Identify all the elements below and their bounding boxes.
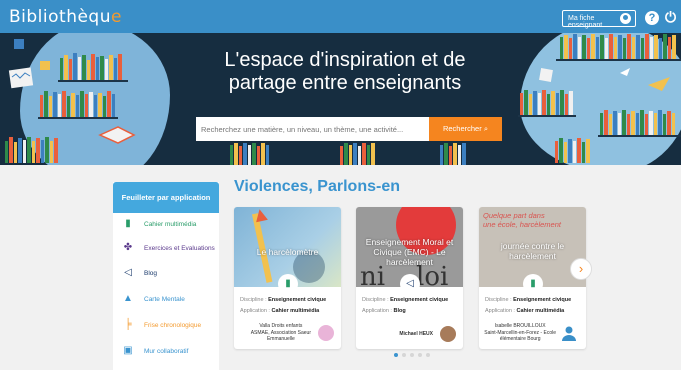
card-application: Application : Blog [362, 308, 406, 314]
application-sidebar: Feuilleter par application ▮ Cahier mult… [113, 182, 219, 370]
carousel-dot[interactable] [394, 353, 398, 357]
puzzle-icon: ✤ [123, 242, 133, 253]
author-avatar [440, 326, 456, 342]
sidebar-item-label: Carte Mentale [144, 295, 185, 303]
teacher-profile-button[interactable]: Ma fiche enseignant [562, 10, 636, 29]
carousel-dot[interactable] [402, 353, 406, 357]
sidebar-item-label: Exercices et Evaluations [144, 244, 215, 252]
card-image-handwriting: Quelque part dans une école, harcèlement [483, 211, 561, 229]
sidebar-item-mur[interactable]: ▣ Mur collaboratif [121, 342, 188, 360]
sidebar-item-label: Cahier multimédia [144, 220, 197, 228]
sidebar-item-exercices[interactable]: ✤ Exercices et Evaluations [121, 239, 215, 257]
sidebar-item-label: Blog [144, 269, 158, 277]
notebook-icon: ▮ [278, 274, 298, 294]
author-avatar [318, 325, 334, 341]
carousel-dot[interactable] [410, 353, 414, 357]
card-application: Application : Cahier multimédia [240, 308, 320, 314]
sidebar-item-label: Frise chronologique [144, 321, 202, 329]
app-logo[interactable]: Bibliothèque [9, 7, 122, 27]
search-input[interactable] [196, 117, 429, 141]
sidebar-item-frise[interactable]: ╞ Frise chronologique [121, 316, 201, 334]
hero-banner: L'espace d'inspiration et de partage ent… [0, 33, 681, 165]
card-discipline: Discipline : Enseignement civique [240, 297, 327, 303]
card-discipline: Discipline : Enseignement civique [485, 297, 572, 303]
card-image-title: Le harcèlomètre [256, 247, 319, 257]
notebook-icon: ▮ [125, 218, 131, 229]
card-author: Valla Droits enfants ASMAE, Association … [250, 323, 311, 342]
search-button[interactable]: Rechercher ⌕ [429, 117, 502, 141]
help-icon[interactable]: ? [645, 11, 659, 25]
default-avatar-icon [561, 325, 577, 341]
card-image-title: journée contre le harcèlement [500, 241, 565, 261]
carousel-dot[interactable] [418, 353, 422, 357]
megaphone-icon: ◁ [400, 274, 420, 294]
notebook-icon: ▮ [523, 274, 543, 294]
search-icon: ⌕ [483, 124, 489, 133]
card-image-title: Enseignement Moral et Civique (EMC) - Le… [365, 237, 454, 267]
carousel-pagination [394, 353, 430, 357]
top-bar: Bibliothèque Ma fiche enseignant ? ⏻ [0, 0, 681, 33]
sidebar-item-blog[interactable]: ◁ Blog [121, 264, 157, 282]
card-author: Isabelle BROUILLOUX Saint-Marcellin-en-F… [484, 323, 556, 342]
sidebar-item-carte-mentale[interactable]: ▲ Carte Mentale [121, 290, 185, 308]
chevron-right-icon: › [578, 261, 584, 276]
card-discipline: Discipline : Enseignement civique [362, 297, 449, 303]
section-title: Violences, Parlons-en [234, 178, 400, 195]
sidebar-title: Feuilleter par application [113, 182, 219, 213]
megaphone-icon: ◁ [124, 267, 132, 278]
carousel-next-button[interactable]: › [570, 258, 592, 280]
card-application: Application : Cahier multimédia [485, 308, 565, 314]
hero-title: L'espace d'inspiration et de partage ent… [224, 49, 466, 94]
resource-card[interactable]: Quelque part dans une école, harcèlement… [479, 207, 586, 349]
carousel-dot[interactable] [426, 353, 430, 357]
power-icon[interactable]: ⏻ [665, 9, 679, 25]
user-avatar-icon [620, 13, 631, 24]
timeline-icon: ╞ [124, 319, 132, 330]
mindmap-icon: ▲ [123, 293, 133, 304]
wall-icon: ▣ [123, 345, 133, 356]
sidebar-item-cahier[interactable]: ▮ Cahier multimédia [121, 215, 196, 233]
card-author: Michael HEUX [399, 331, 433, 337]
teacher-profile-label: Ma fiche enseignant [568, 15, 603, 29]
sidebar-item-label: Mur collaboratif [144, 347, 189, 355]
resource-card[interactable]: Le harcèlomètre ▮ Discipline : Enseignem… [234, 207, 341, 349]
resource-card[interactable]: ni loi Enseignement Moral et Civique (EM… [356, 207, 463, 349]
